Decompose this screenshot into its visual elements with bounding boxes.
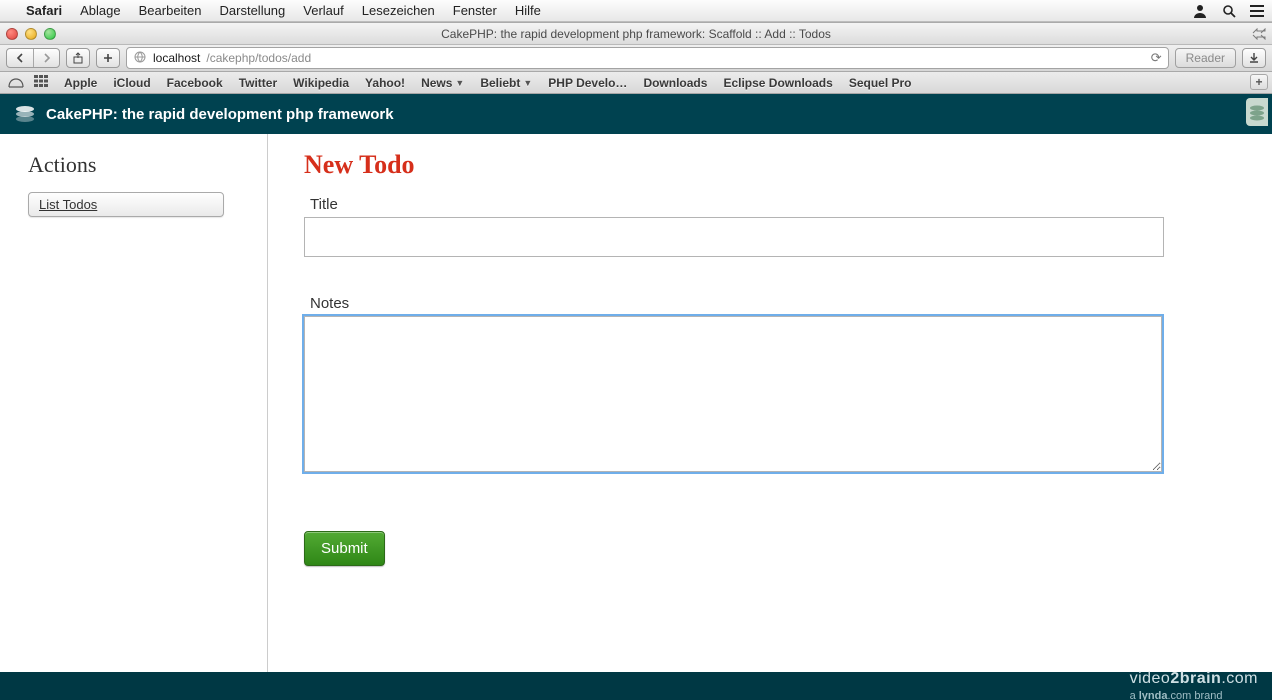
video2brain-watermark: video2brain.com a lynda.com brand <box>0 672 1272 700</box>
bookmark-yahoo[interactable]: Yahoo! <box>365 76 405 90</box>
bookmark-php-develo[interactable]: PHP Develo… <box>548 76 627 90</box>
address-host: localhost <box>153 51 200 65</box>
chevron-down-icon: ▼ <box>523 78 532 88</box>
new-tab-button[interactable] <box>96 48 120 68</box>
footer-brand-c: .com <box>1221 670 1258 687</box>
bookmark-beliebt[interactable]: Beliebt▼ <box>480 76 532 90</box>
footer-sub-c: .com brand <box>1167 690 1222 700</box>
cakephp-logo-icon <box>14 105 36 123</box>
menubar-item-verlauf[interactable]: Verlauf <box>303 3 343 18</box>
page-title: New Todo <box>304 150 1232 180</box>
safari-window: CakePHP: the rapid development php frame… <box>0 22 1272 673</box>
share-button[interactable] <box>66 48 90 68</box>
address-bar[interactable]: localhost/cakephp/todos/add ⟳ <box>126 47 1169 69</box>
bookmark-wikipedia[interactable]: Wikipedia <box>293 76 349 90</box>
footer-sub-a: a <box>1130 690 1139 700</box>
debug-kit-toggle[interactable] <box>1246 98 1268 126</box>
bookmark-downloads[interactable]: Downloads <box>643 76 707 90</box>
footer-brand-a: video <box>1130 670 1171 687</box>
forward-button[interactable] <box>33 49 59 67</box>
nav-back-forward <box>6 48 60 68</box>
mac-menubar: Safari Ablage Bearbeiten Darstellung Ver… <box>0 0 1272 22</box>
bookmark-facebook[interactable]: Facebook <box>167 76 223 90</box>
actions-sidebar: Actions List Todos <box>0 134 268 673</box>
footer-sub-b: lynda <box>1139 690 1168 700</box>
downloads-button[interactable] <box>1242 48 1266 68</box>
site-favicon-icon <box>133 50 147 67</box>
bookmark-twitter[interactable]: Twitter <box>239 76 277 90</box>
notes-textarea[interactable] <box>304 316 1162 472</box>
spotlight-search-icon[interactable] <box>1222 4 1236 18</box>
submit-button[interactable]: Submit <box>304 531 385 566</box>
menubar-item-lesezeichen[interactable]: Lesezeichen <box>362 3 435 18</box>
back-button[interactable] <box>7 49 33 67</box>
window-title: CakePHP: the rapid development php frame… <box>0 27 1272 41</box>
title-input[interactable] <box>304 217 1164 257</box>
chevron-down-icon: ▼ <box>455 78 464 88</box>
app-header: CakePHP: the rapid development php frame… <box>0 94 1272 134</box>
notification-center-icon[interactable] <box>1250 5 1264 17</box>
bookmark-icloud[interactable]: iCloud <box>113 76 150 90</box>
menubar-item-darstellung[interactable]: Darstellung <box>220 3 286 18</box>
page-body: Actions List Todos New Todo Title Notes … <box>0 134 1272 673</box>
list-todos-button[interactable]: List Todos <box>28 192 224 217</box>
reader-button[interactable]: Reader <box>1175 48 1236 68</box>
menubar-item-hilfe[interactable]: Hilfe <box>515 3 541 18</box>
notes-label: Notes <box>310 295 1232 312</box>
tab-add-button[interactable]: + <box>1250 74 1268 90</box>
app-header-title: CakePHP: the rapid development php frame… <box>46 106 394 123</box>
menubar-item-ablage[interactable]: Ablage <box>80 3 120 18</box>
address-path: /cakephp/todos/add <box>206 51 311 65</box>
footer-brand-b: 2brain <box>1170 670 1221 687</box>
bookmark-news[interactable]: News▼ <box>421 76 464 90</box>
bookmark-sequel-pro[interactable]: Sequel Pro <box>849 76 912 90</box>
top-sites-icon[interactable] <box>34 75 48 90</box>
actions-heading: Actions <box>28 152 239 178</box>
bookmarks-bar: Apple iCloud Facebook Twitter Wikipedia … <box>0 72 1272 94</box>
bookmark-apple[interactable]: Apple <box>64 76 97 90</box>
menubar-app-name[interactable]: Safari <box>26 3 62 18</box>
bookmark-eclipse-downloads[interactable]: Eclipse Downloads <box>723 76 832 90</box>
reload-icon[interactable]: ⟳ <box>1151 50 1162 66</box>
menubar-item-fenster[interactable]: Fenster <box>453 3 497 18</box>
form-main: New Todo Title Notes Submit <box>268 134 1272 673</box>
user-icon[interactable] <box>1192 4 1208 18</box>
show-bookmarks-icon[interactable] <box>8 75 24 91</box>
menubar-item-bearbeiten[interactable]: Bearbeiten <box>139 3 202 18</box>
title-label: Title <box>310 196 1232 213</box>
browser-toolbar: localhost/cakephp/todos/add ⟳ Reader <box>0 45 1272 72</box>
window-titlebar: CakePHP: the rapid development php frame… <box>0 23 1272 45</box>
